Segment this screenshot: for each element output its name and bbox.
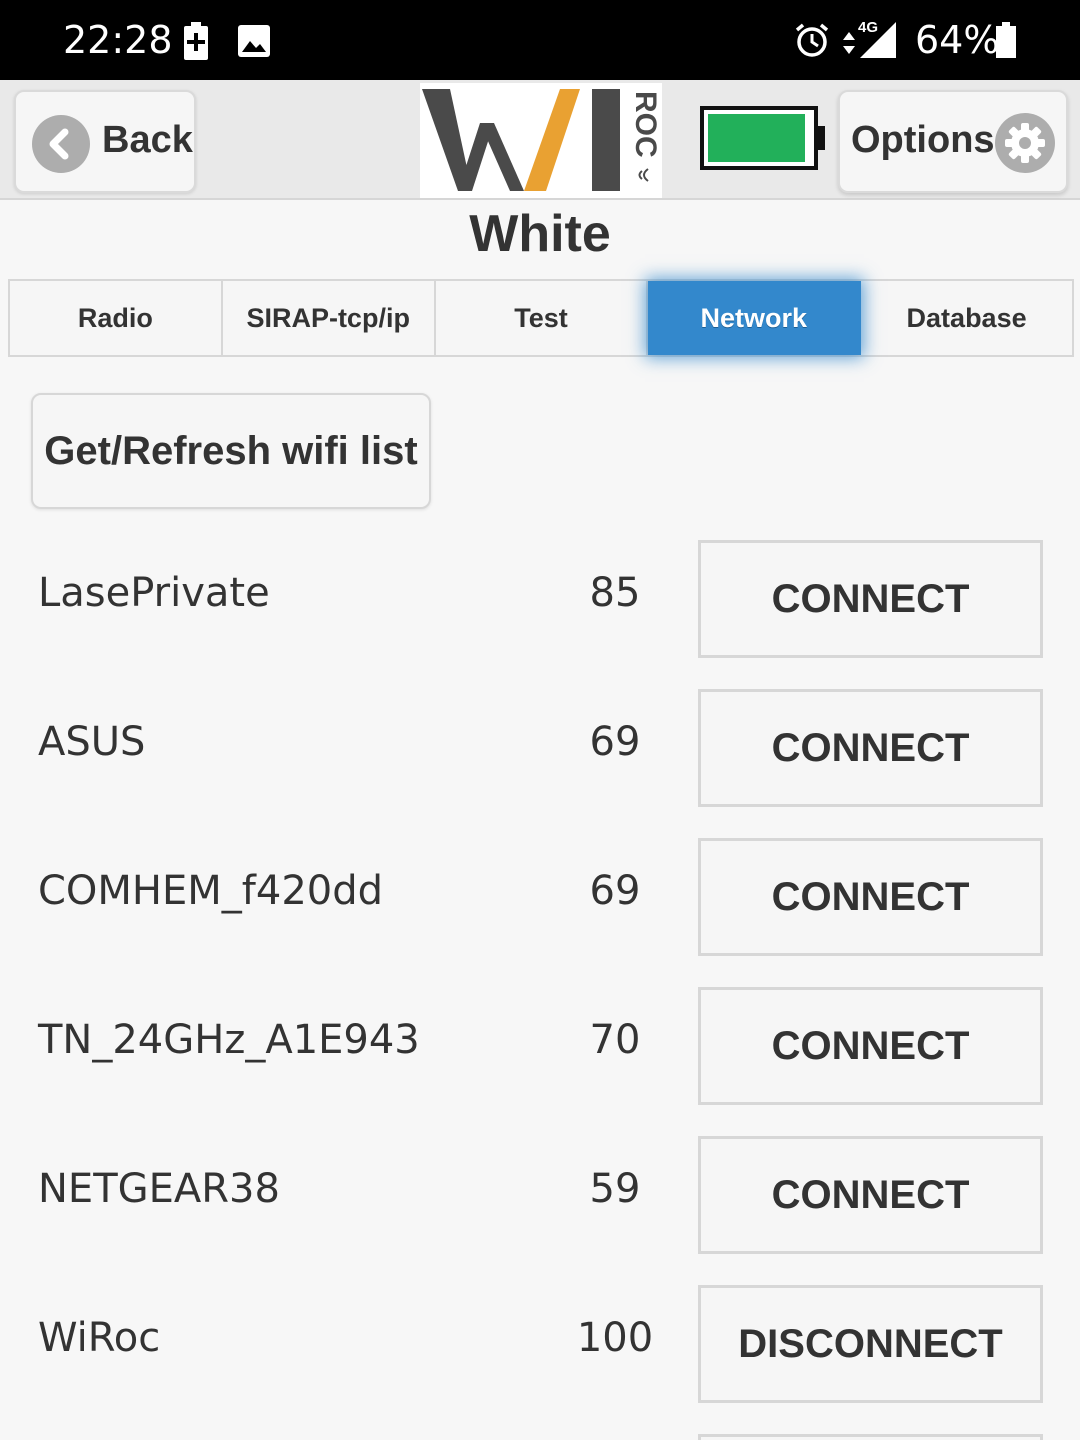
wifi-ssid: WiRoc xyxy=(38,1315,161,1361)
device-battery-indicator xyxy=(700,106,818,170)
connect-button[interactable]: CONNECT xyxy=(698,838,1043,956)
tab-database[interactable]: Database xyxy=(861,281,1072,355)
wifi-signal-strength: 85 xyxy=(589,570,641,616)
wifi-row: NETGEAR38 59 CONNECT xyxy=(0,1136,1080,1254)
alarm-icon xyxy=(795,23,829,57)
app-header: Back ROC Options xyxy=(0,80,1080,200)
wifi-signal-strength: 100 xyxy=(576,1315,654,1361)
battery-saver-icon xyxy=(184,22,208,60)
back-button[interactable]: Back xyxy=(14,90,196,193)
wifi-ssid: NETGEAR38 xyxy=(38,1166,280,1212)
tab-bar: Radio SIRAP-tcp/ip Test Network Database xyxy=(8,279,1074,357)
disconnect-button[interactable]: DISCONNECT xyxy=(698,1285,1043,1403)
back-button-label: Back xyxy=(102,119,193,161)
battery-icon xyxy=(996,22,1016,58)
wifi-signal-strength: 69 xyxy=(589,868,641,914)
image-icon xyxy=(238,25,270,57)
status-bar: 22:28 4G 64% xyxy=(0,0,1080,80)
options-button-label: Options xyxy=(851,119,995,161)
refresh-wifi-list-button[interactable]: Get/Refresh wifi list xyxy=(31,393,431,509)
signal-icon xyxy=(860,22,896,58)
wifi-row: WiRoc 100 DISCONNECT xyxy=(0,1285,1080,1403)
connect-button[interactable]: CONNECT xyxy=(698,689,1043,807)
tab-test[interactable]: Test xyxy=(435,281,649,355)
wifi-ssid: LasePrivate xyxy=(38,570,270,616)
wifi-signal-strength: 69 xyxy=(589,719,641,765)
next-row-button[interactable] xyxy=(698,1434,1043,1440)
device-battery-fill xyxy=(708,114,805,162)
device-name-title: White xyxy=(469,205,611,263)
wifi-signal-strength: 59 xyxy=(589,1166,641,1212)
wifi-row: ASUS 69 CONNECT xyxy=(0,689,1080,807)
wifi-row: COMHEM_f420dd 69 CONNECT xyxy=(0,838,1080,956)
connect-button[interactable]: CONNECT xyxy=(698,540,1043,658)
connect-button[interactable]: CONNECT xyxy=(698,987,1043,1105)
gear-icon xyxy=(995,113,1055,173)
connect-button[interactable]: CONNECT xyxy=(698,1136,1043,1254)
tab-network[interactable]: Network xyxy=(648,281,862,355)
device-battery-tip xyxy=(815,126,825,150)
wifi-ssid: ASUS xyxy=(38,719,146,765)
svg-text:ROC: ROC xyxy=(629,91,662,158)
status-time: 22:28 xyxy=(63,18,173,62)
tab-sirap-tcp-ip[interactable]: SIRAP-tcp/ip xyxy=(222,281,436,355)
wiroc-logo: ROC xyxy=(420,83,662,198)
wifi-row: TN_24GHz_A1E943 70 CONNECT xyxy=(0,987,1080,1105)
wifi-signal-strength: 70 xyxy=(589,1017,641,1063)
tab-radio[interactable]: Radio xyxy=(10,281,223,355)
chevron-left-icon xyxy=(32,115,90,173)
battery-percent: 64% xyxy=(915,18,1000,62)
wifi-row: LasePrivate 85 CONNECT xyxy=(0,540,1080,658)
wifi-ssid: TN_24GHz_A1E943 xyxy=(38,1017,420,1063)
data-arrows-icon xyxy=(843,32,855,54)
options-button[interactable]: Options xyxy=(838,90,1068,193)
wifi-ssid: COMHEM_f420dd xyxy=(38,868,383,914)
